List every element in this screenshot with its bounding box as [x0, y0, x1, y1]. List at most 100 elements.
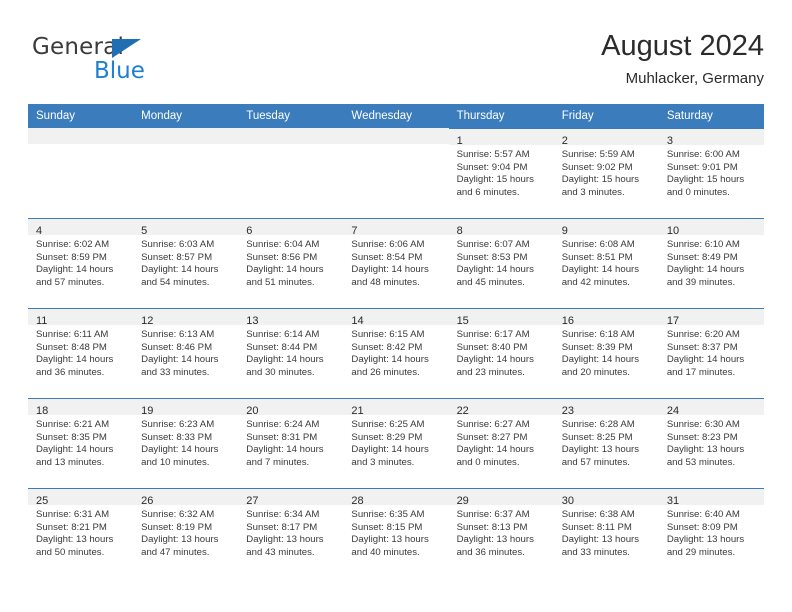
sunrise-text: Sunrise: 6:24 AM	[246, 419, 320, 430]
calendar-day-cell[interactable]: 26 Sunrise: 6:32 AM Sunset: 8:19 PM Dayligh…	[133, 488, 239, 578]
day-cell-3[interactable]: 3 Sunrise: 6:00 AM Sunset: 9:01 PM Daylight…	[658, 128, 764, 218]
calendar-day-cell[interactable]: 3 Sunrise: 6:00 AM Sunset: 9:01 PM Daylight…	[658, 128, 764, 218]
daylight-text: Daylight: 14 hours and 3 minutes.	[351, 444, 429, 468]
general-blue-logo[interactable]: General Blue	[32, 34, 252, 92]
day-cell-11[interactable]: 11 Sunrise: 6:11 AM Sunset: 8:48 PM Dayligh…	[28, 308, 134, 398]
day-cell-17[interactable]: 17 Sunrise: 6:20 AM Sunset: 8:37 PM Dayligh…	[658, 308, 764, 398]
sunrise-text: Sunrise: 6:08 AM	[561, 239, 635, 250]
calendar-day-cell[interactable]: 18 Sunrise: 6:21 AM Sunset: 8:35 PM Dayligh…	[28, 398, 134, 488]
day-number: 4	[36, 225, 43, 237]
calendar-day-cell[interactable]	[133, 128, 239, 218]
calendar-day-cell[interactable]: 1 Sunrise: 5:57 AM Sunset: 9:04 PM Daylight…	[448, 128, 554, 218]
calendar-day-cell[interactable]: 31 Sunrise: 6:40 AM Sunset: 8:09 PM Dayligh…	[658, 488, 764, 578]
page-subtitle: Muhlacker, Germany	[625, 70, 764, 87]
calendar-day-cell[interactable]: 13 Sunrise: 6:14 AM Sunset: 8:44 PM Dayligh…	[238, 308, 344, 398]
calendar-day-cell[interactable]: 6 Sunrise: 6:04 AM Sunset: 8:56 PM Daylight…	[238, 218, 344, 308]
calendar-day-cell[interactable]: 12 Sunrise: 6:13 AM Sunset: 8:46 PM Dayligh…	[133, 308, 239, 398]
calendar-day-cell[interactable]	[28, 128, 134, 218]
day-cell-13[interactable]: 13 Sunrise: 6:14 AM Sunset: 8:44 PM Dayligh…	[238, 308, 344, 398]
calendar-day-cell[interactable]: 17 Sunrise: 6:20 AM Sunset: 8:37 PM Dayligh…	[658, 308, 764, 398]
calendar-day-cell[interactable]: 19 Sunrise: 6:23 AM Sunset: 8:33 PM Dayligh…	[133, 398, 239, 488]
calendar-day-cell[interactable]: 7 Sunrise: 6:06 AM Sunset: 8:54 PM Daylight…	[343, 218, 449, 308]
daylight-text: Daylight: 14 hours and 20 minutes.	[561, 354, 640, 378]
day-number-band: 24	[658, 399, 764, 417]
day-details: Sunrise: 6:06 AM Sunset: 8:54 PM Daylight:…	[343, 235, 448, 289]
calendar-day-cell[interactable]: 10 Sunrise: 6:10 AM Sunset: 8:49 PM Dayligh…	[658, 218, 764, 308]
empty-day-cell	[238, 128, 344, 218]
calendar-day-cell[interactable]: 28 Sunrise: 6:35 AM Sunset: 8:15 PM Dayligh…	[343, 488, 449, 578]
day-number: 25	[36, 495, 49, 507]
day-cell-7[interactable]: 7 Sunrise: 6:06 AM Sunset: 8:54 PM Daylight…	[343, 218, 449, 308]
calendar-day-cell[interactable]: 23 Sunrise: 6:28 AM Sunset: 8:25 PM Dayligh…	[553, 398, 659, 488]
calendar-day-cell[interactable]: 21 Sunrise: 6:25 AM Sunset: 8:29 PM Dayligh…	[343, 398, 449, 488]
calendar-day-cell[interactable]: 29 Sunrise: 6:37 AM Sunset: 8:13 PM Dayligh…	[448, 488, 554, 578]
sunrise-text: Sunrise: 6:06 AM	[351, 239, 425, 250]
calendar-day-cell[interactable]	[343, 128, 449, 218]
sunset-text: Sunset: 8:42 PM	[351, 341, 423, 353]
sunset-text: Sunset: 8:17 PM	[246, 521, 318, 533]
calendar-day-cell[interactable]: 5 Sunrise: 6:03 AM Sunset: 8:57 PM Daylight…	[133, 218, 239, 308]
day-cell-22[interactable]: 22 Sunrise: 6:27 AM Sunset: 8:27 PM Dayligh…	[448, 398, 554, 488]
calendar-day-cell[interactable]: 14 Sunrise: 6:15 AM Sunset: 8:42 PM Dayligh…	[343, 308, 449, 398]
day-number-band: 17	[658, 309, 764, 327]
day-number: 22	[456, 405, 469, 417]
sunrise-text: Sunrise: 6:21 AM	[36, 419, 110, 430]
day-cell-12[interactable]: 12 Sunrise: 6:13 AM Sunset: 8:46 PM Dayligh…	[133, 308, 239, 398]
day-cell-29[interactable]: 29 Sunrise: 6:37 AM Sunset: 8:13 PM Dayligh…	[448, 488, 554, 578]
day-cell-21[interactable]: 21 Sunrise: 6:25 AM Sunset: 8:29 PM Dayligh…	[343, 398, 449, 488]
daylight-text: Daylight: 14 hours and 54 minutes.	[141, 264, 219, 288]
day-cell-4[interactable]: 4 Sunrise: 6:02 AM Sunset: 8:59 PM Daylight…	[28, 218, 134, 308]
sunrise-text: Sunrise: 6:02 AM	[36, 239, 110, 250]
sunrise-text: Sunrise: 6:11 AM	[36, 329, 109, 340]
calendar-day-cell[interactable]: 20 Sunrise: 6:24 AM Sunset: 8:31 PM Dayligh…	[238, 398, 344, 488]
calendar-day-cell[interactable]: 24 Sunrise: 6:30 AM Sunset: 8:23 PM Dayligh…	[658, 398, 764, 488]
calendar-day-cell[interactable]: 22 Sunrise: 6:27 AM Sunset: 8:27 PM Dayligh…	[448, 398, 554, 488]
day-cell-18[interactable]: 18 Sunrise: 6:21 AM Sunset: 8:35 PM Dayligh…	[28, 398, 134, 488]
empty-band	[238, 128, 344, 144]
day-cell-19[interactable]: 19 Sunrise: 6:23 AM Sunset: 8:33 PM Dayligh…	[133, 398, 239, 488]
day-cell-15[interactable]: 15 Sunrise: 6:17 AM Sunset: 8:40 PM Dayligh…	[448, 308, 554, 398]
calendar-day-cell[interactable]: 27 Sunrise: 6:34 AM Sunset: 8:17 PM Dayligh…	[238, 488, 344, 578]
calendar-day-cell[interactable]: 15 Sunrise: 6:17 AM Sunset: 8:40 PM Dayligh…	[448, 308, 554, 398]
calendar-week-row: 4 Sunrise: 6:02 AM Sunset: 8:59 PM Daylight…	[28, 218, 764, 308]
day-cell-23[interactable]: 23 Sunrise: 6:28 AM Sunset: 8:25 PM Dayligh…	[553, 398, 659, 488]
day-cell-6[interactable]: 6 Sunrise: 6:04 AM Sunset: 8:56 PM Daylight…	[238, 218, 344, 308]
calendar-day-cell[interactable]: 4 Sunrise: 6:02 AM Sunset: 8:59 PM Daylight…	[28, 218, 134, 308]
calendar-day-cell[interactable]: 8 Sunrise: 6:07 AM Sunset: 8:53 PM Daylight…	[448, 218, 554, 308]
day-cell-5[interactable]: 5 Sunrise: 6:03 AM Sunset: 8:57 PM Daylight…	[133, 218, 239, 308]
calendar-day-cell[interactable]: 16 Sunrise: 6:18 AM Sunset: 8:39 PM Dayligh…	[553, 308, 659, 398]
day-cell-25[interactable]: 25 Sunrise: 6:31 AM Sunset: 8:21 PM Dayligh…	[28, 488, 134, 578]
calendar-day-cell[interactable]: 25 Sunrise: 6:31 AM Sunset: 8:21 PM Dayligh…	[28, 488, 134, 578]
day-cell-16[interactable]: 16 Sunrise: 6:18 AM Sunset: 8:39 PM Dayligh…	[553, 308, 659, 398]
day-number-band: 2	[553, 129, 659, 147]
calendar-day-cell[interactable]	[238, 128, 344, 218]
day-cell-9[interactable]: 9 Sunrise: 6:08 AM Sunset: 8:51 PM Daylight…	[553, 218, 659, 308]
daylight-text: Daylight: 15 hours and 6 minutes.	[456, 174, 534, 198]
day-number: 2	[561, 135, 568, 147]
day-number: 19	[141, 405, 154, 417]
day-cell-27[interactable]: 27 Sunrise: 6:34 AM Sunset: 8:17 PM Dayligh…	[238, 488, 344, 578]
day-details: Sunrise: 6:14 AM Sunset: 8:44 PM Daylight:…	[238, 325, 343, 379]
day-cell-24[interactable]: 24 Sunrise: 6:30 AM Sunset: 8:23 PM Dayligh…	[658, 398, 764, 488]
day-cell-14[interactable]: 14 Sunrise: 6:15 AM Sunset: 8:42 PM Dayligh…	[343, 308, 449, 398]
day-cell-1[interactable]: 1 Sunrise: 5:57 AM Sunset: 9:04 PM Daylight…	[448, 128, 554, 218]
day-cell-28[interactable]: 28 Sunrise: 6:35 AM Sunset: 8:15 PM Dayligh…	[343, 488, 449, 578]
calendar-day-cell[interactable]: 11 Sunrise: 6:11 AM Sunset: 8:48 PM Dayligh…	[28, 308, 134, 398]
day-cell-26[interactable]: 26 Sunrise: 6:32 AM Sunset: 8:19 PM Dayligh…	[133, 488, 239, 578]
calendar-day-cell[interactable]: 9 Sunrise: 6:08 AM Sunset: 8:51 PM Daylight…	[553, 218, 659, 308]
day-number: 26	[141, 495, 154, 507]
day-details: Sunrise: 6:28 AM Sunset: 8:25 PM Daylight:…	[554, 415, 659, 469]
calendar-week-row: 25 Sunrise: 6:31 AM Sunset: 8:21 PM Dayligh…	[28, 488, 764, 578]
day-cell-31[interactable]: 31 Sunrise: 6:40 AM Sunset: 8:09 PM Dayligh…	[658, 488, 764, 578]
day-cell-10[interactable]: 10 Sunrise: 6:10 AM Sunset: 8:49 PM Dayligh…	[658, 218, 764, 308]
daylight-text: Daylight: 13 hours and 40 minutes.	[351, 534, 429, 558]
day-number-band: 23	[553, 399, 659, 417]
calendar-day-cell[interactable]: 2 Sunrise: 5:59 AM Sunset: 9:02 PM Daylight…	[553, 128, 659, 218]
day-cell-20[interactable]: 20 Sunrise: 6:24 AM Sunset: 8:31 PM Dayligh…	[238, 398, 344, 488]
day-cell-8[interactable]: 8 Sunrise: 6:07 AM Sunset: 8:53 PM Daylight…	[448, 218, 554, 308]
day-cell-2[interactable]: 2 Sunrise: 5:59 AM Sunset: 9:02 PM Daylight…	[553, 128, 659, 218]
day-details: Sunrise: 6:07 AM Sunset: 8:53 PM Daylight:…	[449, 235, 554, 289]
day-cell-30[interactable]: 30 Sunrise: 6:38 AM Sunset: 8:11 PM Dayligh…	[553, 488, 659, 578]
calendar-day-cell[interactable]: 30 Sunrise: 6:38 AM Sunset: 8:11 PM Dayligh…	[553, 488, 659, 578]
day-number: 29	[456, 495, 469, 507]
